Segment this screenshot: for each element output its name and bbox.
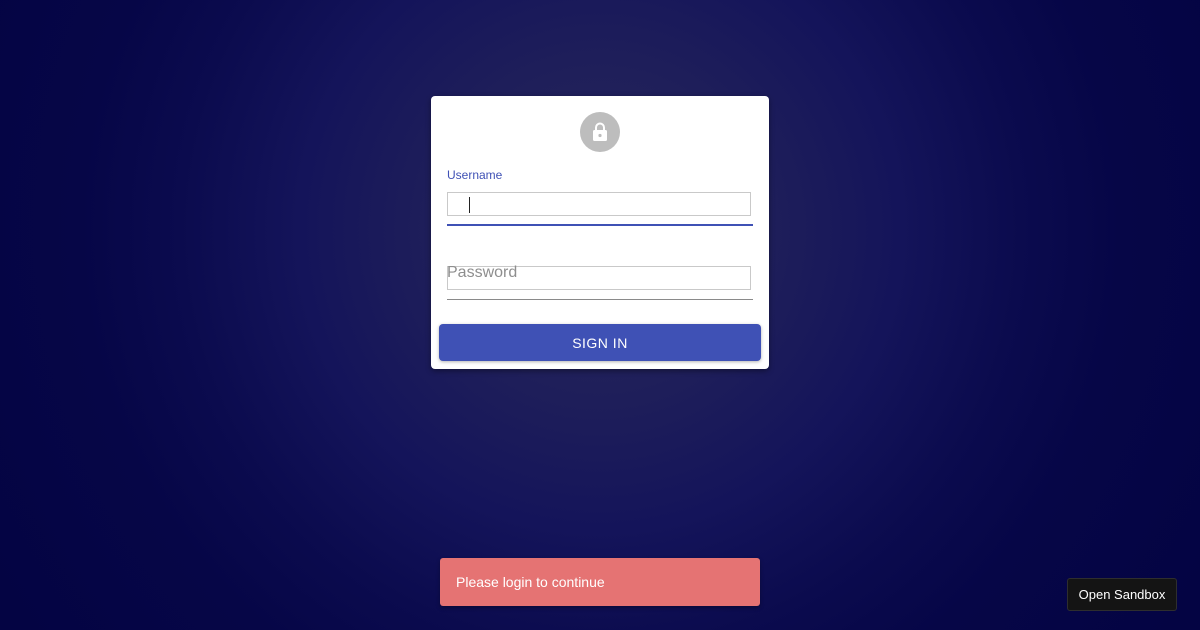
- login-card: Username Password SIGN IN: [431, 96, 769, 369]
- snackbar-message: Please login to continue: [456, 574, 605, 590]
- lock-icon: [593, 122, 607, 141]
- lock-avatar: [580, 112, 620, 152]
- username-label: Username: [447, 168, 503, 182]
- open-sandbox-button[interactable]: Open Sandbox: [1067, 578, 1177, 611]
- text-caret: [469, 197, 470, 213]
- sign-in-button[interactable]: SIGN IN: [439, 324, 761, 361]
- username-input[interactable]: [447, 192, 751, 216]
- password-underline: [447, 299, 753, 300]
- password-placeholder: Password: [447, 264, 518, 281]
- open-sandbox-label: Open Sandbox: [1078, 587, 1166, 602]
- username-underline: [447, 224, 753, 226]
- error-snackbar: Please login to continue: [440, 558, 760, 606]
